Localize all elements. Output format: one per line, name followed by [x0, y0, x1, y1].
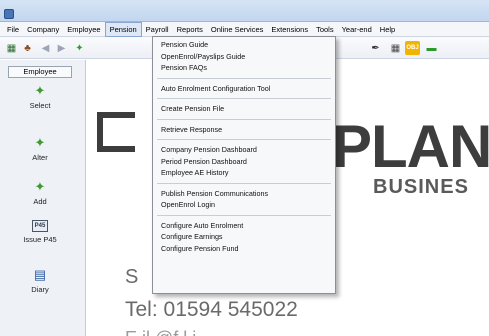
menu-item-pension-faqs[interactable]: Pension FAQs — [153, 62, 335, 74]
menu-separator — [157, 182, 331, 184]
side-item-select[interactable]: ✦ Select — [10, 83, 70, 111]
menu-employee[interactable]: Employee — [63, 22, 104, 37]
pen-icon[interactable]: ✒ — [368, 41, 383, 55]
select-employee-icon: ✦ — [34, 83, 46, 98]
menu-item-company-pension-dashboard[interactable]: Company Pension Dashboard — [153, 144, 335, 156]
menu-pension[interactable]: Pension — [104, 21, 142, 37]
menu-separator — [157, 139, 331, 140]
menu-item-period-pension-dashboard[interactable]: Period Pension Dashboard — [153, 156, 335, 168]
contact-heading-fragment: S — [125, 266, 139, 288]
green-link-icon[interactable]: ▬ — [424, 41, 439, 55]
side-item-label: Issue P45 — [23, 235, 57, 244]
side-item-diary[interactable]: ▤ Diary — [10, 267, 70, 295]
menu-payroll[interactable]: Payroll — [142, 22, 173, 37]
side-item-label: Add — [33, 197, 47, 206]
menu-item-employee-ae-history[interactable]: Employee AE History — [153, 167, 335, 179]
menu-item-retrieve-response[interactable]: Retrieve Response — [153, 124, 335, 136]
logo-fragment — [97, 112, 135, 152]
side-item-add[interactable]: ✦ Add — [10, 179, 70, 207]
company-logo-text: PLAN — [332, 113, 489, 180]
menu-item-openenrol-login[interactable]: OpenEnrol Login — [153, 199, 335, 211]
title-bar — [0, 0, 489, 22]
diary-icon: ▤ — [33, 267, 47, 282]
menu-online-services[interactable]: Online Services — [207, 22, 268, 37]
menu-item-ae-config-tool[interactable]: Auto Enrolment Configuration Tool — [153, 83, 335, 95]
menu-item-pension-guide[interactable]: Pension Guide — [153, 39, 335, 51]
side-item-issue-p45[interactable]: P45 Issue P45 — [10, 220, 70, 244]
p45-icon: P45 — [32, 220, 48, 232]
email-line-fragment: E il @f l i — [125, 328, 196, 336]
menu-separator — [157, 214, 331, 216]
menu-item-openenrol-payslips-guide[interactable]: OpenEnrol/Payslips Guide — [153, 51, 335, 63]
menu-company[interactable]: Company — [23, 22, 63, 37]
employee-icon[interactable]: ▦ — [4, 41, 19, 55]
employee-panel: Employee ✦ Select ✦ Alter ✦ Add P45 Issu… — [0, 60, 86, 336]
menu-item-create-pension-file[interactable]: Create Pension File — [153, 103, 335, 115]
menu-extensions[interactable]: Extensions — [267, 22, 312, 37]
pension-menu-dropdown: Pension Guide OpenEnrol/Payslips Guide P… — [152, 36, 336, 294]
calculator-icon[interactable]: ▦ — [388, 41, 403, 55]
side-item-label: Alter — [32, 153, 48, 162]
menu-separator — [157, 118, 331, 120]
app-system-icon[interactable] — [4, 9, 14, 19]
menu-file[interactable]: File — [3, 22, 23, 37]
employee-panel-header[interactable]: Employee — [8, 66, 72, 78]
menu-item-configure-auto-enrolment[interactable]: Configure Auto Enrolment — [153, 220, 335, 232]
menu-tools[interactable]: Tools — [312, 22, 338, 37]
select-icon[interactable]: ✦ — [72, 41, 87, 55]
side-item-alter[interactable]: ✦ Alter — [10, 135, 70, 163]
menu-year-end[interactable]: Year-end — [338, 22, 376, 37]
menu-item-publish-pension-comms[interactable]: Publish Pension Communications — [153, 188, 335, 200]
company-icon[interactable]: ♣ — [20, 41, 35, 55]
forward-arrow-icon[interactable]: ▶ — [54, 41, 69, 55]
obj-icon[interactable]: OBJ — [405, 41, 420, 55]
menu-item-configure-pension-fund[interactable]: Configure Pension Fund — [153, 243, 335, 255]
menu-reports[interactable]: Reports — [173, 22, 207, 37]
side-item-label: Select — [29, 101, 51, 110]
side-item-label: Diary — [31, 285, 49, 294]
menu-separator — [157, 77, 331, 79]
add-employee-icon: ✦ — [34, 179, 46, 194]
menu-separator — [157, 98, 331, 99]
company-logo-subtitle: BUSINES — [373, 176, 469, 198]
alter-employee-icon: ✦ — [34, 135, 46, 150]
menu-item-configure-earnings[interactable]: Configure Earnings — [153, 231, 335, 243]
phone-number: Tel: 01594 545022 — [125, 298, 298, 321]
menu-help[interactable]: Help — [376, 22, 399, 37]
menu-bar: File Company Employee Pension Payroll Re… — [0, 21, 489, 37]
back-arrow-icon[interactable]: ◀ — [38, 41, 53, 55]
